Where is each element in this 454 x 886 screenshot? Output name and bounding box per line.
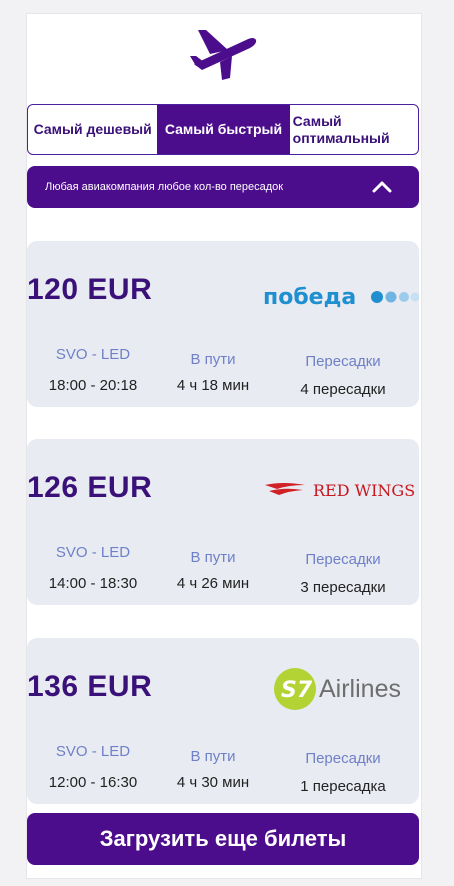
duration-col: В пути 4 ч 18 мин — [161, 351, 265, 394]
airplane-logo-icon — [190, 30, 257, 80]
duration-value: 4 ч 30 мин — [176, 774, 250, 791]
sort-tabs: Самый дешевый Самый быстрый Самый оптима… — [27, 104, 419, 155]
duration-label: В пути — [190, 748, 236, 765]
duration-value: 4 ч 18 мин — [176, 377, 250, 394]
svg-text:победа: победа — [263, 285, 356, 309]
tab-cheapest[interactable]: Самый дешевый — [28, 105, 157, 154]
route-col: SVO - LED 12:00 - 16:30 — [41, 743, 145, 791]
stops-col: Пересадки 3 пересадки — [287, 551, 399, 596]
stops-label: Пересадки — [305, 750, 381, 767]
time-value: 14:00 - 18:30 — [48, 575, 138, 592]
stops-col: Пересадки 4 пересадки — [287, 353, 399, 398]
s7-logo-icon: S7 Airlines — [273, 666, 411, 717]
svg-text:Airlines: Airlines — [319, 675, 401, 703]
time-value: 18:00 - 20:18 — [48, 377, 138, 394]
duration-value: 4 ч 26 мин — [176, 575, 250, 592]
stops-value: 4 пересадки — [300, 381, 386, 398]
ticket-price: 120 EUR — [27, 273, 153, 306]
tab-optimal[interactable]: Самый оптимальный — [290, 105, 418, 154]
duration-label: В пути — [190, 351, 236, 368]
red-wings-logo-icon: RED WINGS — [263, 479, 419, 506]
duration-col: В пути 4 ч 26 мин — [161, 549, 265, 592]
duration-label: В пути — [190, 549, 236, 566]
route-col: SVO - LED 18:00 - 20:18 — [41, 346, 145, 394]
ticket-price: 136 EUR — [27, 670, 153, 703]
stops-value: 1 пересадка — [300, 778, 386, 795]
chevron-up-icon — [372, 181, 392, 193]
svg-text:RED WINGS: RED WINGS — [313, 481, 415, 500]
stops-label: Пересадки — [305, 353, 381, 370]
stops-value: 3 пересадки — [300, 579, 386, 596]
ticket-card[interactable]: 126 EUR RED WINGS SVO - LED 14:00 - 18:3… — [27, 439, 419, 605]
ticket-card[interactable]: 136 EUR S7 Airlines SVO - LED 12:00 - 16… — [27, 638, 419, 804]
route-label: SVO - LED — [55, 346, 131, 363]
route-label: SVO - LED — [55, 544, 131, 561]
stops-col: Пересадки 1 пересадка — [287, 750, 399, 795]
route-col: SVO - LED 14:00 - 18:30 — [41, 544, 145, 592]
duration-col: В пути 4 ч 30 мин — [161, 748, 265, 791]
filter-toggle[interactable]: Любая авиакомпания любое кол-во пересадо… — [27, 166, 419, 208]
ticket-card[interactable]: 120 EUR победа SVO - LED 18:00 - 20:18 В… — [27, 241, 420, 407]
tab-fastest[interactable]: Самый быстрый — [157, 105, 290, 154]
filter-label: Любая авиакомпания любое кол-во пересадо… — [45, 181, 284, 193]
svg-text:S7: S7 — [281, 678, 313, 703]
ticket-price: 126 EUR — [27, 471, 153, 504]
pobeda-logo-icon: победа — [263, 285, 420, 314]
time-value: 12:00 - 16:30 — [48, 774, 138, 791]
route-label: SVO - LED — [55, 743, 131, 760]
load-more-button[interactable]: Загрузить еще билеты — [27, 813, 419, 865]
stops-label: Пересадки — [305, 551, 381, 568]
